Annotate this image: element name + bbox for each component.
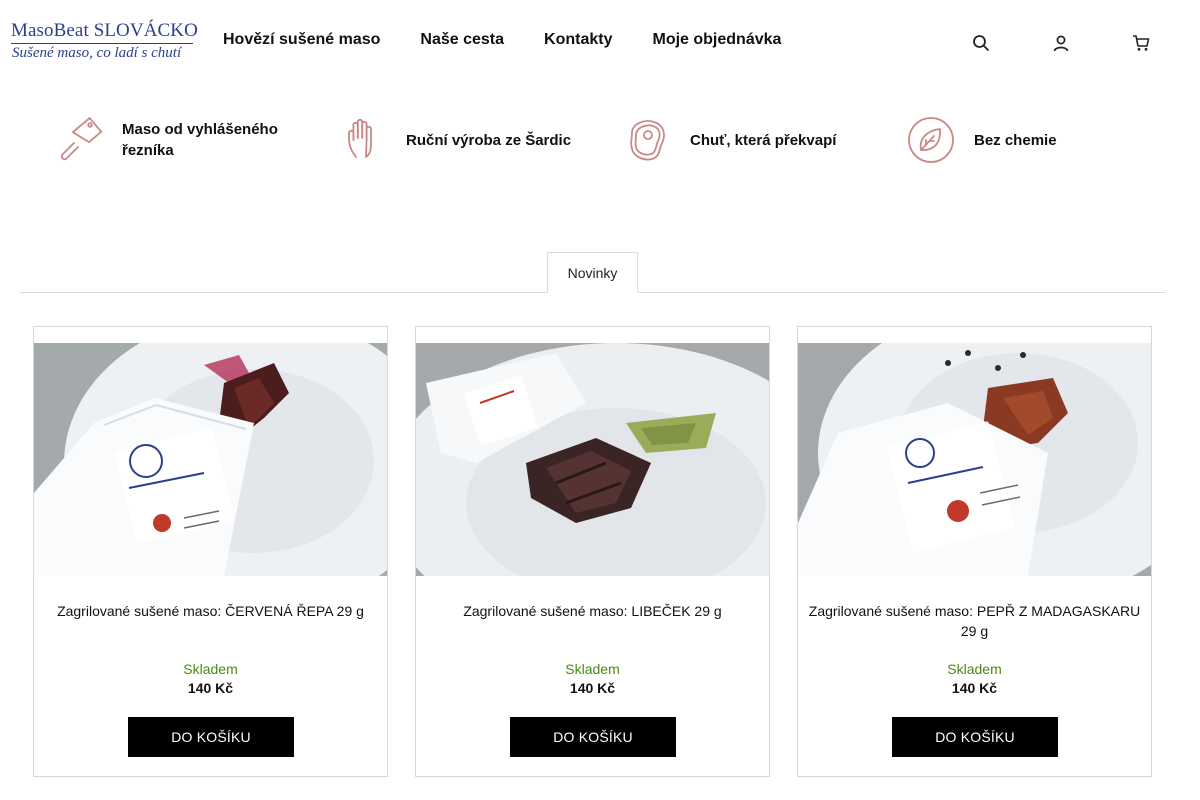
product-card: Zagrilované sušené maso: PEPŘ Z MADAGASK… xyxy=(797,326,1152,777)
add-to-cart-button[interactable]: DO KOŠÍKU xyxy=(128,717,294,757)
feature-text: Bez chemie xyxy=(974,131,1057,149)
product-card: Zagrilované sušené maso: ČERVENÁ ŘEPA 29… xyxy=(33,326,388,777)
logo[interactable]: MasoBeat SLOVÁCKO Sušené maso, co ladí s… xyxy=(11,20,198,66)
feature-no-chemicals: Bez chemie xyxy=(904,112,1124,168)
product-card: Zagrilované sušené maso: LIBEČEK 29 g Sk… xyxy=(415,326,770,777)
product-price: 140 Kč xyxy=(569,680,616,696)
feature-text: Ruční výroba ze Šardic xyxy=(406,131,572,149)
feature-handmade: Ruční výroba ze Šardic xyxy=(336,112,596,168)
product-name[interactable]: Zagrilované sušené maso: PEPŘ Z MADAGASK… xyxy=(808,601,1141,641)
feature-text: Chuť, která překvapí xyxy=(690,131,837,149)
stock-status: Skladem xyxy=(565,661,620,677)
site-header: MasoBeat SLOVÁCKO Sušené maso, co ladí s… xyxy=(0,0,1200,84)
product-price: 140 Kč xyxy=(951,680,998,696)
product-name[interactable]: Zagrilované sušené maso: LIBEČEK 29 g xyxy=(426,601,759,621)
stock-status: Skladem xyxy=(947,661,1002,677)
steak-icon xyxy=(620,113,674,167)
nav-item-my-order[interactable]: Moje objednávka xyxy=(652,30,781,50)
add-to-cart-button[interactable]: DO KOŠÍKU xyxy=(892,717,1058,757)
hand-icon xyxy=(336,113,390,167)
logo-subtitle: Sušené maso, co ladí s chutí xyxy=(12,45,182,61)
cart-icon[interactable] xyxy=(1132,34,1150,52)
leaf-icon xyxy=(904,113,958,167)
feature-text: Maso od vyhlášeného řezníka xyxy=(122,121,278,159)
feature-butcher: Maso od vyhlášeného řezníka xyxy=(52,112,312,168)
logo-divider xyxy=(11,43,193,44)
product-image[interactable] xyxy=(416,343,769,576)
product-name[interactable]: Zagrilované sušené maso: ČERVENÁ ŘEPA 29… xyxy=(44,601,377,621)
nav-item-beef-jerky[interactable]: Hovězí sušené maso xyxy=(223,30,380,50)
feature-taste: Chuť, která překvapí xyxy=(620,112,880,168)
main-nav: Hovězí sušené maso Naše cesta Kontakty M… xyxy=(223,30,781,50)
nav-item-contacts[interactable]: Kontakty xyxy=(544,30,612,50)
product-image[interactable] xyxy=(798,343,1151,576)
user-icon[interactable] xyxy=(1052,34,1070,52)
tab-novinky[interactable]: Novinky xyxy=(547,252,638,293)
nav-item-our-story[interactable]: Naše cesta xyxy=(420,30,504,50)
logo-title: MasoBeat SLOVÁCKO xyxy=(11,20,198,41)
product-price: 140 Kč xyxy=(187,680,234,696)
product-image[interactable] xyxy=(34,343,387,576)
add-to-cart-button[interactable]: DO KOŠÍKU xyxy=(510,717,676,757)
cleaver-icon xyxy=(52,113,106,167)
search-icon[interactable] xyxy=(972,34,990,52)
stock-status: Skladem xyxy=(183,661,238,677)
